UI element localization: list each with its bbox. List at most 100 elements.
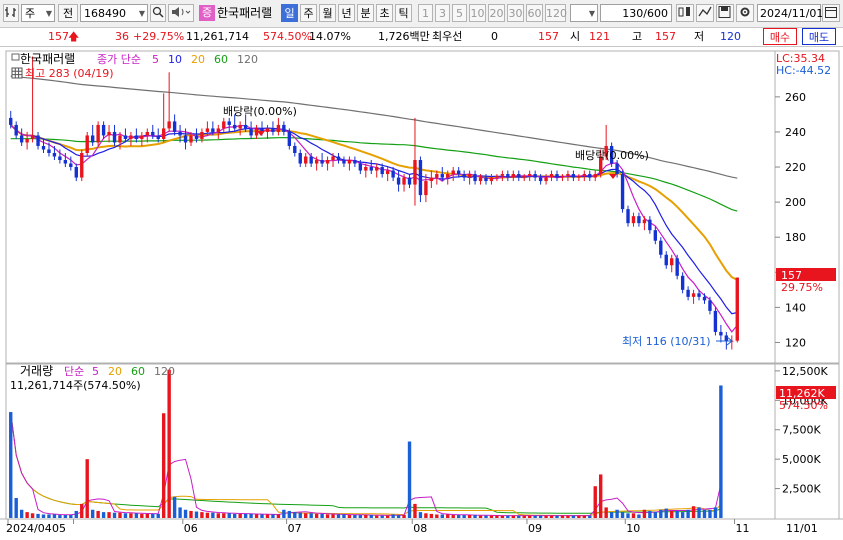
volume-bar: [287, 510, 292, 518]
candle-body: [489, 177, 494, 182]
volume-bar: [582, 515, 587, 518]
tab-period-5[interactable]: 초: [376, 4, 393, 22]
volume-bar: [506, 515, 510, 518]
tab-period-1[interactable]: 주: [300, 4, 317, 22]
candle-body: [642, 219, 647, 224]
volume-bar: [462, 515, 466, 518]
interval-60[interactable]: 60: [526, 4, 543, 22]
candle-body: [462, 174, 466, 178]
volume-bar: [156, 513, 160, 518]
candle-body: [331, 156, 335, 161]
candle-body: [358, 163, 363, 171]
grid-icon[interactable]: [11, 67, 23, 79]
date-tick-label: 06: [184, 522, 198, 535]
sell-button[interactable]: 매도: [802, 28, 836, 45]
candle-body: [293, 145, 297, 153]
volume-ma-period-label: 5: [92, 365, 99, 378]
volume-bar: [456, 515, 461, 518]
market-select[interactable]: 주 ▼: [21, 4, 55, 22]
stock-chart[interactable]: 1201401601802002202402602,500K5,000K7,50…: [0, 47, 843, 540]
volume-bar: [478, 515, 483, 518]
candle-body: [30, 135, 35, 139]
panel-icon[interactable]: [11, 53, 20, 61]
save-icon[interactable]: [716, 4, 734, 22]
compare-icon[interactable]: [696, 4, 714, 22]
price-tick-label: 120: [785, 336, 806, 349]
volume-bar: [238, 513, 242, 518]
candle-body: [80, 152, 84, 178]
volume-bar: [489, 515, 494, 518]
date-tick-label: 09: [528, 522, 542, 535]
sound-icon[interactable]: [168, 4, 194, 22]
volume-bar: [549, 515, 554, 518]
volume-bar: [74, 510, 78, 518]
best-bid-value: 0: [491, 30, 498, 43]
candle-body: [380, 167, 384, 175]
tool-icon[interactable]: [676, 4, 694, 22]
dropdown-icon: ▼: [45, 9, 52, 18]
settings-icon[interactable]: [736, 4, 754, 22]
volume-bar: [702, 509, 707, 518]
volume-bar: [588, 515, 592, 518]
ma-label: 종가 단순: [97, 53, 141, 66]
volume-bar: [708, 509, 712, 518]
tab-period-3[interactable]: 년: [338, 4, 355, 22]
interval-1[interactable]: 1: [418, 4, 433, 22]
volume-bar: [265, 514, 270, 518]
tab-period-2[interactable]: 월: [319, 4, 336, 22]
volume-bar: [675, 510, 679, 518]
volume-bar: [577, 515, 581, 518]
calendar-icon[interactable]: [822, 4, 840, 22]
candle-body: [680, 275, 685, 290]
interval-3[interactable]: 3: [435, 4, 450, 22]
candle-body: [724, 335, 729, 341]
candle-body: [544, 177, 548, 182]
candle-body: [424, 181, 428, 196]
interval-input[interactable]: ▼: [570, 4, 598, 22]
candle-body: [172, 121, 177, 132]
candle-body: [686, 289, 690, 297]
market-value: 주: [25, 7, 36, 20]
candle-body: [456, 170, 461, 175]
candle-body: [271, 128, 275, 132]
volume-bar: [511, 515, 515, 518]
volume-bar: [686, 509, 690, 518]
candle-body: [216, 128, 221, 132]
buy-button[interactable]: 매수: [763, 28, 797, 45]
data-count-field[interactable]: 130/600: [600, 4, 672, 22]
board-button[interactable]: 전: [58, 4, 78, 22]
candle-body: [571, 174, 576, 178]
volume-bar: [90, 509, 95, 518]
candle-body: [96, 124, 100, 143]
candle-body: [385, 170, 390, 175]
candle-body: [620, 174, 625, 210]
date-field[interactable]: 2024/11/01: [757, 4, 823, 22]
low-price: 120: [720, 30, 741, 43]
candle-body: [593, 174, 597, 178]
chart-type-icon[interactable]: [3, 4, 19, 22]
candle-body: [69, 163, 73, 168]
volume-bar: [233, 513, 237, 518]
candle-body: [249, 128, 253, 136]
tab-period-0[interactable]: 일: [281, 4, 298, 22]
candle-body: [691, 293, 696, 297]
search-icon[interactable]: [150, 4, 166, 22]
volume-bar: [320, 513, 324, 518]
interval-20[interactable]: 20: [488, 4, 505, 22]
data-count: 130: [622, 7, 644, 20]
volume-bar: [380, 515, 384, 518]
interval-120[interactable]: 120: [545, 4, 567, 22]
hc-label: HC:-44.52: [776, 64, 831, 77]
candle-body: [233, 124, 237, 129]
candle-body: [577, 175, 581, 178]
tab-period-4[interactable]: 분: [357, 4, 374, 22]
interval-30[interactable]: 30: [507, 4, 524, 22]
candle-body: [156, 135, 160, 139]
volume-bar: [500, 515, 505, 518]
stock-code-input[interactable]: 168490 ▼: [80, 4, 148, 22]
interval-10[interactable]: 10: [469, 4, 486, 22]
candle-body: [697, 293, 701, 297]
dropdown-icon: ▼: [138, 9, 145, 18]
tab-period-6[interactable]: 틱: [395, 4, 412, 22]
interval-5[interactable]: 5: [452, 4, 467, 22]
